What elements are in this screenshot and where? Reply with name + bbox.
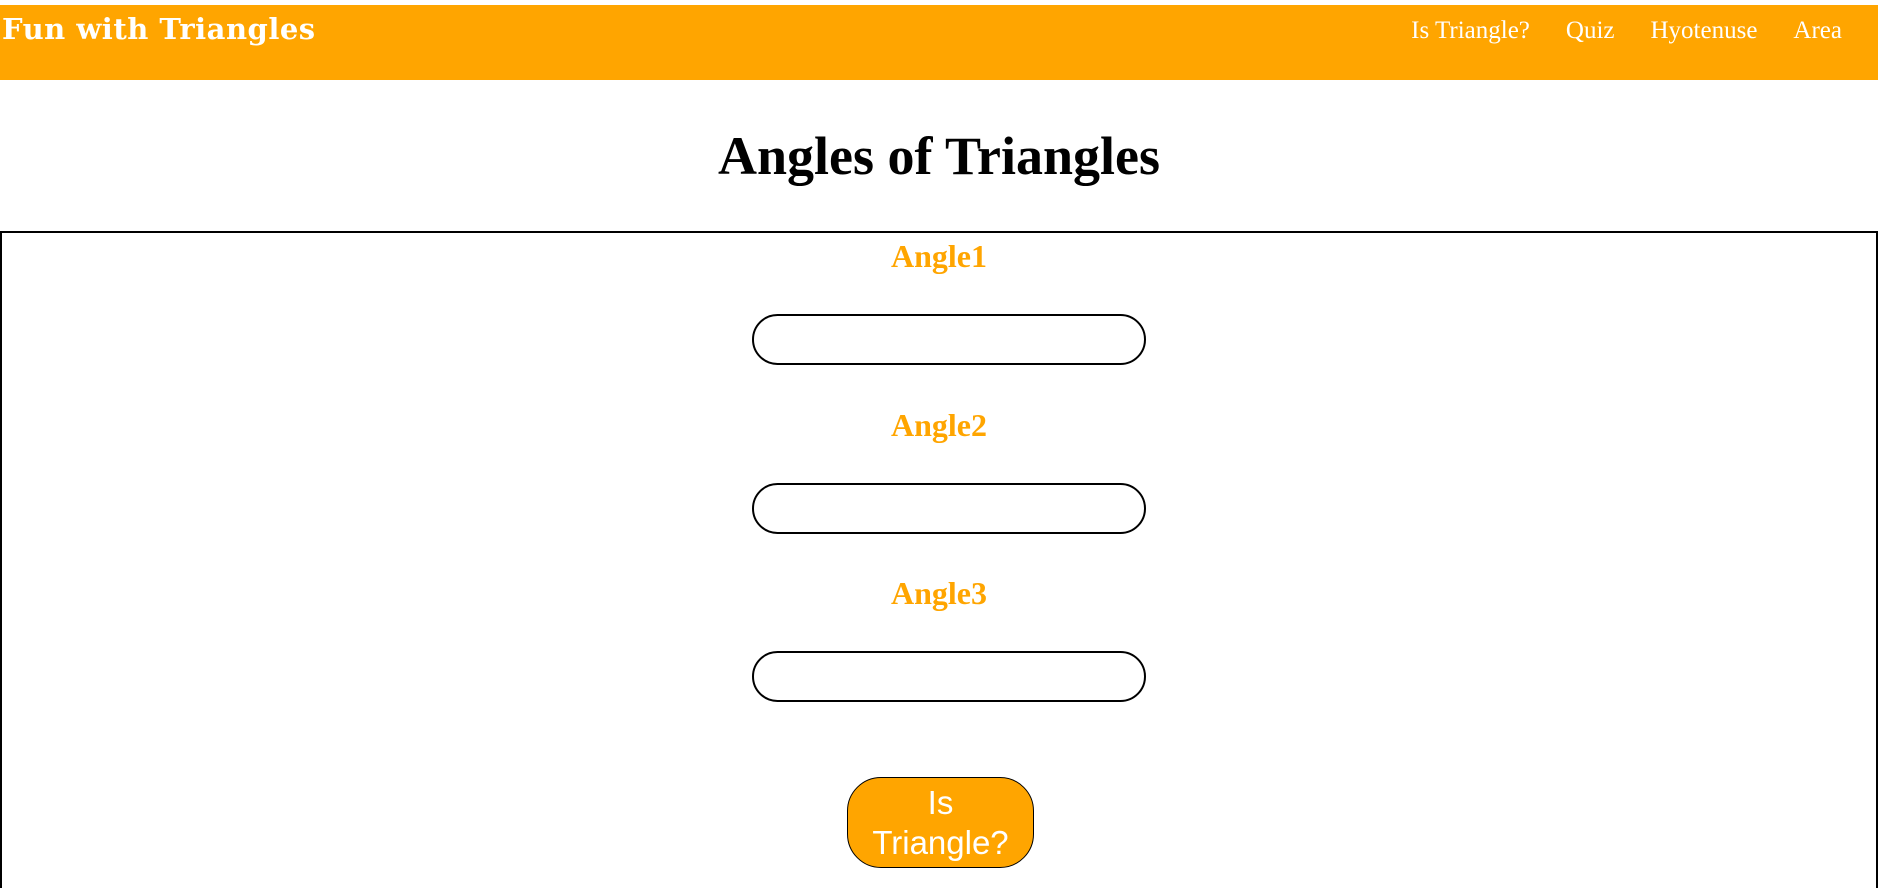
- nav-link-is-triangle[interactable]: Is Triangle?: [1411, 13, 1530, 49]
- is-triangle-button[interactable]: Is Triangle?: [847, 777, 1034, 868]
- angle1-input[interactable]: [752, 314, 1146, 365]
- top-navbar: Fun with Triangles Is Triangle? Quiz Hyo…: [0, 5, 1878, 80]
- angle1-label: Angle1: [891, 238, 987, 274]
- angle2-input[interactable]: [752, 483, 1146, 534]
- angle3-label: Angle3: [891, 575, 987, 611]
- page-title: Angles of Triangles: [717, 126, 1161, 186]
- nav-links: Is Triangle? Quiz Hyotenuse Area: [1411, 13, 1842, 49]
- nav-link-area[interactable]: Area: [1793, 13, 1842, 49]
- nav-link-quiz[interactable]: Quiz: [1566, 13, 1615, 49]
- angle2-label: Angle2: [891, 407, 987, 443]
- nav-link-hypotenuse[interactable]: Hyotenuse: [1651, 13, 1758, 49]
- angle3-input[interactable]: [752, 651, 1146, 702]
- page: Fun with Triangles Is Triangle? Quiz Hyo…: [0, 0, 1878, 888]
- brand-logo-text[interactable]: Fun with Triangles: [2, 11, 316, 47]
